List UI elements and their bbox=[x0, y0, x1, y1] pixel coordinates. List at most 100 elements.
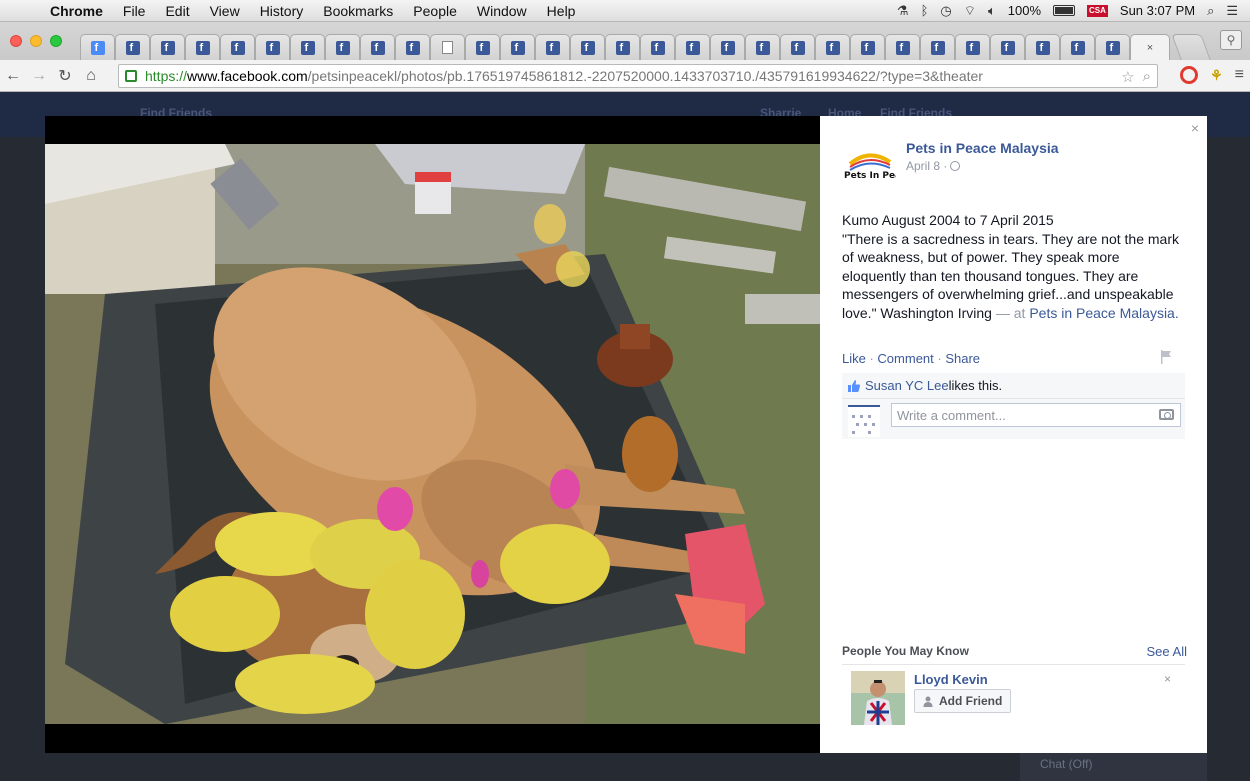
facebook-favicon-icon: f bbox=[685, 40, 700, 55]
comment-link[interactable]: Comment bbox=[877, 351, 933, 366]
time-machine-icon[interactable]: ◷ bbox=[940, 3, 951, 19]
home-button[interactable]: ⌂ bbox=[78, 67, 104, 85]
browser-tab[interactable]: f bbox=[780, 34, 815, 60]
post-timestamp[interactable]: April 8 · bbox=[906, 159, 961, 173]
macos-menubar: Chrome File Edit View History Bookmarks … bbox=[0, 0, 1250, 22]
menu-window[interactable]: Window bbox=[467, 3, 537, 19]
browser-tab[interactable]: f bbox=[850, 34, 885, 60]
wifi-icon[interactable]: ⌔ bbox=[964, 3, 976, 19]
comment-input[interactable]: Write a comment... bbox=[891, 403, 1181, 427]
browser-tab[interactable]: f bbox=[640, 34, 675, 60]
browser-tab[interactable]: f bbox=[710, 34, 745, 60]
menu-history[interactable]: History bbox=[250, 3, 314, 19]
menu-file[interactable]: File bbox=[113, 3, 156, 19]
menubar-clock[interactable]: Sun 3:07 PM bbox=[1120, 3, 1195, 18]
secure-lock-icon[interactable] bbox=[125, 70, 137, 82]
add-friend-button[interactable]: Add Friend bbox=[914, 689, 1012, 713]
browser-tab[interactable]: f bbox=[955, 34, 990, 60]
liker-name[interactable]: Susan YC Lee bbox=[865, 378, 949, 393]
browser-tab[interactable]: f bbox=[1025, 34, 1060, 60]
bluetooth-icon[interactable]: ᛒ bbox=[921, 3, 929, 18]
browser-tab[interactable]: f bbox=[745, 34, 780, 60]
menu-people[interactable]: People bbox=[403, 3, 467, 19]
report-flag-icon[interactable] bbox=[1160, 350, 1172, 364]
browser-tab[interactable]: f bbox=[1095, 34, 1130, 60]
browser-tab[interactable]: f bbox=[1060, 34, 1095, 60]
like-link[interactable]: Like bbox=[842, 351, 866, 366]
browser-tab[interactable]: f bbox=[80, 34, 115, 60]
facebook-favicon-icon: f bbox=[160, 40, 175, 55]
browser-tab[interactable]: f bbox=[500, 34, 535, 60]
zoom-window-button[interactable] bbox=[50, 35, 62, 47]
url-scheme: https:// bbox=[145, 68, 188, 84]
address-bar[interactable]: https://www.facebook.com/petsinpeacekl/p… bbox=[118, 64, 1158, 88]
browser-tab[interactable]: f bbox=[255, 34, 290, 60]
suggested-friend-photo bbox=[851, 671, 905, 725]
active-tab[interactable]: × bbox=[1130, 34, 1170, 60]
browser-tab[interactable]: f bbox=[990, 34, 1025, 60]
browser-tab[interactable]: f bbox=[885, 34, 920, 60]
close-icon[interactable]: × bbox=[1191, 120, 1199, 136]
browser-tab[interactable]: f bbox=[605, 34, 640, 60]
post-page-name[interactable]: Pets in Peace Malaysia bbox=[906, 140, 1059, 156]
chrome-menu-icon[interactable]: ≡ bbox=[1235, 66, 1244, 84]
menu-bookmarks[interactable]: Bookmarks bbox=[313, 3, 403, 19]
back-button[interactable]: ← bbox=[0, 67, 26, 85]
minimize-window-button[interactable] bbox=[30, 35, 42, 47]
notification-center-icon[interactable]: ☰ bbox=[1226, 3, 1238, 19]
post-date-text: April 8 · bbox=[906, 159, 948, 173]
menu-app-chrome[interactable]: Chrome bbox=[42, 3, 113, 19]
close-tab-icon[interactable]: × bbox=[1147, 42, 1153, 54]
post-actions: Like · Comment · Share bbox=[842, 351, 980, 366]
browser-tab[interactable]: f bbox=[570, 34, 605, 60]
browser-tab[interactable]: f bbox=[115, 34, 150, 60]
action-separator: · bbox=[865, 351, 878, 366]
post-details-panel: × Pets In Peace Pets in Peace Malaysia A… bbox=[820, 116, 1207, 753]
browser-tab[interactable]: f bbox=[290, 34, 325, 60]
profile-icon[interactable]: ⚲ bbox=[1220, 30, 1242, 50]
see-all-link[interactable]: See All bbox=[1147, 644, 1187, 659]
reload-button[interactable]: ↻ bbox=[52, 66, 78, 86]
extension-lemon-icon[interactable]: ⚘ bbox=[1210, 67, 1223, 84]
flask-icon[interactable]: ⚗ bbox=[897, 3, 909, 19]
browser-tab[interactable]: f bbox=[920, 34, 955, 60]
pets-in-peace-logo[interactable]: Pets In Peace bbox=[842, 150, 896, 186]
bookmark-star-icon[interactable]: ☆ bbox=[1121, 68, 1134, 86]
menu-view[interactable]: View bbox=[200, 3, 250, 19]
browser-tab[interactable]: f bbox=[220, 34, 255, 60]
dismiss-suggestion-icon[interactable]: × bbox=[1164, 672, 1171, 686]
suggested-friend-name[interactable]: Lloyd Kevin bbox=[914, 672, 988, 687]
forward-button[interactable]: → bbox=[26, 67, 52, 85]
browser-tab[interactable]: f bbox=[395, 34, 430, 60]
facebook-favicon-icon: f bbox=[895, 40, 910, 55]
browser-tab[interactable]: f bbox=[325, 34, 360, 60]
battery-icon[interactable] bbox=[1053, 5, 1076, 16]
add-friend-icon bbox=[923, 696, 933, 707]
new-tab-button[interactable] bbox=[1171, 34, 1211, 60]
browser-tab[interactable]: f bbox=[675, 34, 710, 60]
browser-tab[interactable] bbox=[430, 34, 465, 60]
spotlight-search-icon[interactable]: ⌕ bbox=[1207, 3, 1214, 19]
browser-tab[interactable]: f bbox=[150, 34, 185, 60]
input-source-flag[interactable]: CSA bbox=[1087, 4, 1108, 17]
menu-help[interactable]: Help bbox=[537, 3, 586, 19]
browser-tab[interactable]: f bbox=[185, 34, 220, 60]
browser-tab[interactable]: f bbox=[535, 34, 570, 60]
post-location-link[interactable]: Pets in Peace Malaysia. bbox=[1029, 305, 1178, 321]
volume-icon[interactable]: 🔈︎ bbox=[988, 3, 996, 19]
suggested-friend-avatar[interactable] bbox=[851, 671, 905, 725]
commenter-avatar bbox=[848, 405, 880, 437]
browser-tab[interactable]: f bbox=[815, 34, 850, 60]
facebook-favicon-icon: f bbox=[615, 40, 630, 55]
facebook-favicon-icon: f bbox=[265, 40, 280, 55]
browser-tab[interactable]: f bbox=[465, 34, 500, 60]
zoom-icon[interactable]: ⌕ bbox=[1143, 68, 1151, 86]
chat-sidebar-toggle[interactable]: Chat (Off) bbox=[1020, 753, 1207, 781]
camera-icon[interactable] bbox=[1159, 409, 1174, 420]
menu-edit[interactable]: Edit bbox=[155, 3, 199, 19]
share-link[interactable]: Share bbox=[945, 351, 980, 366]
browser-tab[interactable]: f bbox=[360, 34, 395, 60]
extension-record-icon[interactable] bbox=[1180, 66, 1199, 84]
post-photo[interactable] bbox=[45, 144, 820, 724]
close-window-button[interactable] bbox=[10, 35, 22, 47]
